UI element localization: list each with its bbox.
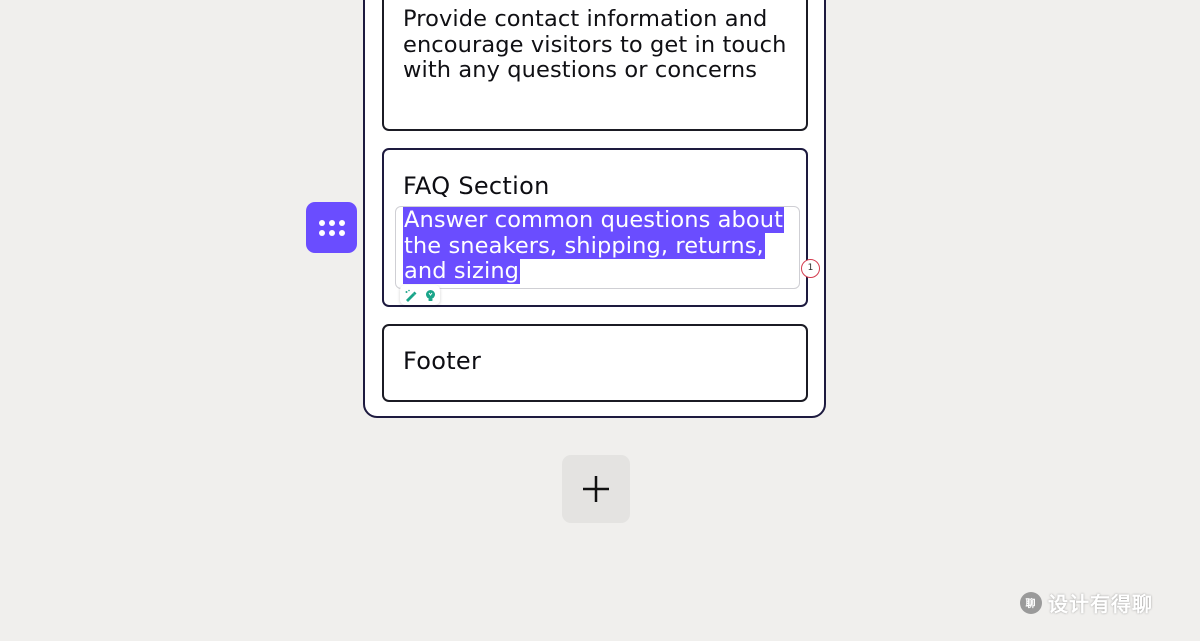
section-card-footer[interactable]: Footer	[382, 324, 808, 402]
ai-mini-toolbar	[400, 285, 440, 305]
canvas: Provide contact information and encourag…	[0, 0, 1200, 641]
watermark-text: 设计有得聊	[1048, 592, 1153, 616]
drag-dots-icon	[318, 219, 345, 236]
section-card-faq[interactable]: FAQ Section Answer common questions abou…	[382, 148, 808, 307]
add-section-button[interactable]	[562, 455, 630, 523]
watermark-logo-text: 聊	[1025, 599, 1037, 610]
lightbulb-icon[interactable]	[423, 288, 437, 302]
faq-description-line-3: and sizing	[403, 258, 521, 284]
comment-count-badge[interactable]: 1	[801, 259, 820, 278]
watermark-logo: 聊	[1020, 591, 1042, 614]
footer-section-title[interactable]: Footer	[403, 347, 481, 375]
magic-pen-icon[interactable]	[403, 288, 417, 302]
watermark: 聊 设计有得聊	[1020, 588, 1153, 617]
drag-handle-button[interactable]	[306, 202, 357, 253]
contact-section-description[interactable]: Provide contact information and encourag…	[403, 6, 793, 84]
faq-description-selected-text[interactable]: Answer common questions about the sneake…	[403, 207, 795, 285]
section-card-contact[interactable]: Provide contact information and encourag…	[382, 0, 808, 131]
text-caret	[520, 260, 522, 282]
faq-description-line-2: the sneakers, shipping, returns,	[403, 232, 765, 259]
faq-description-line-1: Answer common questions about	[403, 207, 785, 233]
plus-icon	[583, 476, 609, 502]
faq-section-title[interactable]: FAQ Section	[403, 172, 550, 200]
faq-description-editor[interactable]: Answer common questions about the sneake…	[395, 206, 800, 289]
